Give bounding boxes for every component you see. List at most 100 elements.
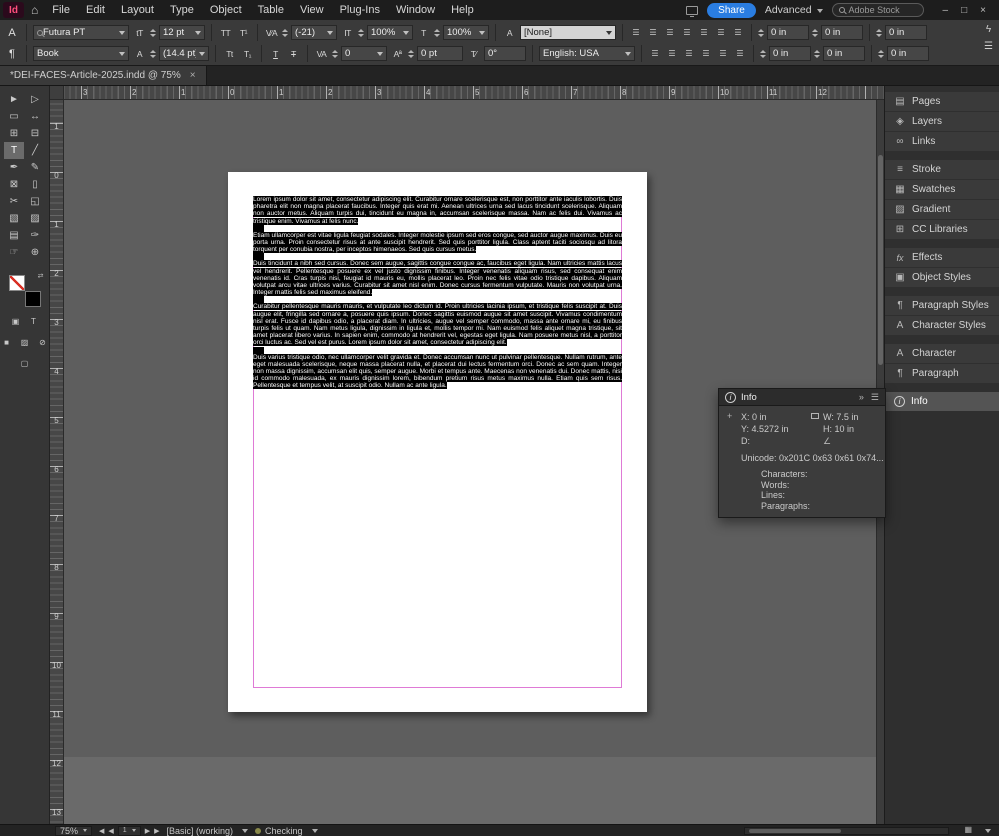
menu-item-table[interactable]: Table xyxy=(250,4,292,16)
last-page-button[interactable]: ▶ xyxy=(154,827,159,835)
justify-all-button[interactable]: ☰ xyxy=(731,26,745,40)
space-before-field[interactable]: 0 in xyxy=(885,25,927,40)
collapse-panel-icon[interactable]: » xyxy=(859,392,864,403)
font-family-combo[interactable]: Futura PT xyxy=(33,25,129,40)
language-combo[interactable]: English: USA xyxy=(539,46,635,61)
dock-panel-links[interactable]: ∞Links xyxy=(885,132,999,151)
subscript-button[interactable]: T₁ xyxy=(240,49,255,59)
justify-last-center-button[interactable]: ☰ xyxy=(699,47,713,61)
selected-paragraph[interactable]: Duis tincidunt a nibh sed cursus. Donec … xyxy=(253,260,622,296)
dock-panel-effects[interactable]: fxEffects xyxy=(885,248,999,267)
selected-paragraph[interactable]: Lorem ipsum dolor sit amet, consectetur … xyxy=(253,196,622,225)
indent-left-field[interactable]: 0 in xyxy=(767,25,809,40)
selected-paragraph[interactable]: Curabitur pellentesque mauris mauris, et… xyxy=(253,303,622,346)
adobe-stock-search[interactable]: Adobe Stock xyxy=(832,3,924,17)
line-tool[interactable]: ╱ xyxy=(25,142,45,159)
character-formatting-toggle[interactable]: A xyxy=(4,25,20,41)
dock-panel-gradient[interactable]: ▨Gradient xyxy=(885,200,999,219)
chevron-down-icon[interactable] xyxy=(985,829,991,836)
small-caps-button[interactable]: Tt xyxy=(222,49,237,59)
pen-tool[interactable]: ✒ xyxy=(4,159,24,176)
gap-tool[interactable]: ↔ xyxy=(25,108,45,125)
indent-right-stepper[interactable] xyxy=(760,50,766,58)
horizontal-scale-stepper[interactable] xyxy=(434,29,440,37)
maximize-button[interactable]: □ xyxy=(961,5,967,16)
indent-last-line-stepper[interactable] xyxy=(814,50,820,58)
menu-item-file[interactable]: File xyxy=(44,4,78,16)
gradient-swatch-tool[interactable]: ▧ xyxy=(4,210,24,227)
close-button[interactable]: × xyxy=(980,5,986,16)
info-panel-header[interactable]: i Info » ☰ xyxy=(719,389,885,406)
apply-color-button[interactable]: ■ xyxy=(0,336,14,349)
align-center-button[interactable]: ☰ xyxy=(646,26,660,40)
swap-fill-stroke-icon[interactable]: ⇄ xyxy=(38,272,44,280)
menu-item-window[interactable]: Window xyxy=(388,4,443,16)
skew-field[interactable]: 0° xyxy=(484,46,526,61)
page-number-combo[interactable]: 1 xyxy=(118,826,141,836)
zoom-level-combo[interactable]: 75% xyxy=(55,826,92,836)
strikethrough-button[interactable]: T xyxy=(286,49,301,59)
formatting-affects-container-button[interactable]: ▣ xyxy=(9,315,23,328)
indent-left-stepper[interactable] xyxy=(758,29,764,37)
superscript-button[interactable]: T¹ xyxy=(236,28,251,38)
screen-mode-button[interactable]: ▢ xyxy=(18,357,32,370)
dock-panel-paragraph-styles[interactable]: ¶Paragraph Styles xyxy=(885,296,999,315)
horizontal-scrollbar[interactable] xyxy=(744,827,949,835)
menu-item-plugins[interactable]: Plug-Ins xyxy=(332,4,388,16)
font-style-combo[interactable]: Book xyxy=(33,46,129,61)
kerning-stepper[interactable] xyxy=(282,29,288,37)
selected-paragraph[interactable]: Duis varius tristique odio, nec ullamcor… xyxy=(253,354,622,390)
fill-swatch[interactable] xyxy=(9,275,25,291)
panel-menu-icon[interactable]: ☰ xyxy=(984,41,993,52)
zoom-tool[interactable]: ⊕ xyxy=(25,244,45,261)
vertical-scale-stepper[interactable] xyxy=(358,29,364,37)
character-style-combo[interactable]: [None] xyxy=(520,25,616,40)
dock-panel-object-styles[interactable]: ▣Object Styles xyxy=(885,268,999,287)
dock-panel-stroke[interactable]: ≡Stroke xyxy=(885,160,999,179)
dock-panel-pages[interactable]: ▤Pages xyxy=(885,92,999,111)
space-before-stepper[interactable] xyxy=(876,29,882,37)
horizontal-scale-field[interactable]: 100% xyxy=(443,25,489,40)
free-transform-tool[interactable]: ◱ xyxy=(25,193,45,210)
justify-left-button[interactable]: ☰ xyxy=(680,26,694,40)
dock-panel-swatches[interactable]: ▦Swatches xyxy=(885,180,999,199)
indent-last-line-field[interactable]: 0 in xyxy=(823,46,865,61)
align-right-button[interactable]: ☰ xyxy=(663,26,677,40)
baseline-shift-field[interactable]: 0 pt xyxy=(417,46,463,61)
baseline-shift-stepper[interactable] xyxy=(408,50,414,58)
preflight-profile-menu[interactable]: [Basic] (working) xyxy=(166,825,248,836)
menu-item-edit[interactable]: Edit xyxy=(78,4,113,16)
home-icon[interactable]: ⌂ xyxy=(31,3,38,17)
document-tab[interactable]: *DEI-FACES-Article-2025.indd @ 75% × xyxy=(0,66,207,85)
menu-item-help[interactable]: Help xyxy=(443,4,482,16)
paragraph-formatting-toggle[interactable]: ¶ xyxy=(4,46,20,62)
eyedropper-tool[interactable]: ✑ xyxy=(25,227,45,244)
menu-item-type[interactable]: Type xyxy=(162,4,202,16)
scrollbar-thumb[interactable] xyxy=(749,829,841,833)
tracking-stepper[interactable] xyxy=(332,50,338,58)
previous-page-button[interactable]: ◀ xyxy=(108,827,113,835)
selected-paragraph[interactable]: Etiam ullamcorper est vitae ligula feugi… xyxy=(253,232,622,254)
dock-panel-info[interactable]: iInfo xyxy=(885,392,999,411)
stroke-swatch[interactable] xyxy=(25,291,41,307)
dock-panel-paragraph[interactable]: ¶Paragraph xyxy=(885,364,999,383)
document-page[interactable]: Lorem ipsum dolor sit amet, consectetur … xyxy=(228,172,647,712)
align-towards-spine-button[interactable]: ☰ xyxy=(648,47,662,61)
justify-full-button[interactable]: ☰ xyxy=(733,47,747,61)
leading-stepper[interactable] xyxy=(150,50,156,58)
dock-panel-character-styles[interactable]: ACharacter Styles xyxy=(885,316,999,335)
rectangle-frame-tool[interactable]: ⊠ xyxy=(4,176,24,193)
indent-first-line-field[interactable]: 0 in xyxy=(821,25,863,40)
align-away-from-spine-button[interactable]: ☰ xyxy=(665,47,679,61)
vertical-scale-field[interactable]: 100% xyxy=(367,25,413,40)
panel-menu-icon[interactable]: ☰ xyxy=(871,392,879,403)
ruler-origin-corner[interactable] xyxy=(50,86,64,100)
space-after-field[interactable]: 0 in xyxy=(887,46,929,61)
kerning-field[interactable]: (-21) xyxy=(291,25,337,40)
indent-first-line-stepper[interactable] xyxy=(812,29,818,37)
font-size-field[interactable]: 12 pt xyxy=(159,25,205,40)
menu-item-layout[interactable]: Layout xyxy=(113,4,162,16)
panel-options-icon[interactable]: ▦ xyxy=(964,825,972,836)
share-button[interactable]: Share xyxy=(707,3,756,18)
dock-panel-layers[interactable]: ◈Layers xyxy=(885,112,999,131)
